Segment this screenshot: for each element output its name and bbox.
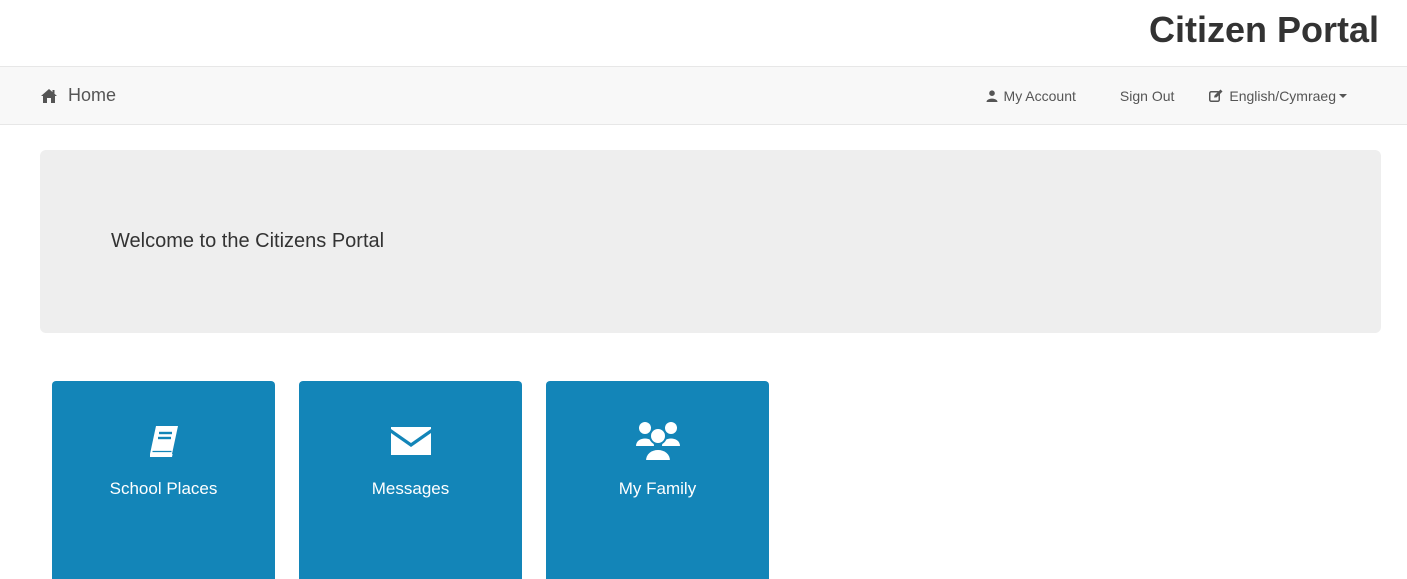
school-places-tile[interactable]: School Places	[52, 381, 275, 579]
school-places-label: School Places	[109, 479, 218, 498]
site-title: Citizen Portal	[1148, 9, 1379, 50]
navbar-right: My Account Sign Out English/Cymraeg	[986, 67, 1347, 124]
my-family-label: My Family	[618, 479, 697, 498]
edit-icon	[1209, 89, 1223, 102]
my-family-tile[interactable]: My Family	[546, 381, 769, 579]
welcome-text: Welcome to the Citizens Portal	[111, 230, 385, 252]
user-icon	[986, 89, 998, 102]
language-label: English/Cymraeg	[1229, 87, 1336, 104]
envelope-icon	[390, 427, 431, 455]
welcome-panel: Welcome to the Citizens Portal	[40, 150, 1381, 333]
language-dropdown[interactable]: English/Cymraeg	[1209, 88, 1347, 104]
messages-tile[interactable]: Messages	[299, 381, 522, 579]
messages-label: Messages	[371, 479, 450, 498]
book-icon	[149, 426, 178, 457]
my-account-link[interactable]: My Account	[986, 88, 1076, 104]
page: Citizen Portal Home My Account Sign Out	[0, 0, 1407, 579]
sign-out-link[interactable]: Sign Out	[1120, 88, 1174, 104]
navbar: Home My Account Sign Out English/Cymraeg	[0, 66, 1407, 125]
my-account-label: My Account	[1003, 87, 1076, 104]
caret-down-icon	[1339, 93, 1347, 98]
users-icon	[635, 422, 680, 462]
sign-out-label: Sign Out	[1119, 87, 1175, 104]
nav-home-label: Home	[68, 85, 117, 105]
nav-home-link[interactable]: Home	[40, 67, 116, 124]
home-icon	[41, 88, 57, 103]
